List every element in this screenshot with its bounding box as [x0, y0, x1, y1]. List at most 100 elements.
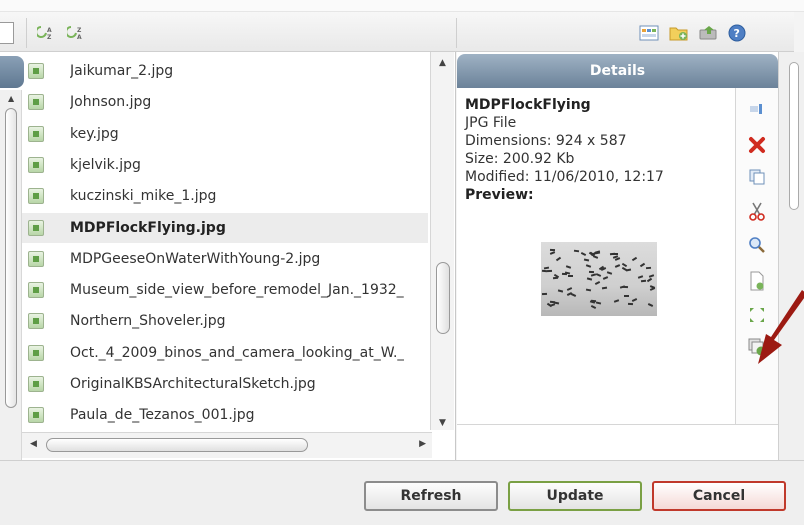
sort-za-icon[interactable]: ZA — [66, 24, 86, 42]
preview-bird — [609, 252, 615, 256]
preview-bird — [594, 280, 601, 285]
preview-bird — [646, 277, 652, 283]
scroll-down-icon[interactable]: ▼ — [439, 418, 446, 428]
preview-bird — [549, 251, 556, 255]
sort-az-icon[interactable]: AZ — [36, 24, 56, 42]
preview-bird — [583, 258, 589, 262]
svg-text:?: ? — [734, 27, 740, 40]
scroll-right-icon[interactable]: ▶ — [419, 439, 426, 449]
file-list-item[interactable]: Oct._4_2009_binos_and_camera_looking_at_… — [22, 338, 428, 368]
insert-icon[interactable] — [744, 96, 770, 122]
help-icon[interactable]: ? — [726, 23, 748, 43]
file-name: Paula_de_Tezanos_001.jpg — [70, 407, 255, 424]
action-toolbar — [735, 88, 778, 458]
cut-icon[interactable] — [744, 198, 770, 224]
svg-text:Z: Z — [77, 27, 82, 34]
file-list-item[interactable]: MDPGeeseOnWaterWithYoung-2.jpg — [22, 244, 428, 274]
preview-bird — [607, 271, 613, 275]
new-folder-icon[interactable] — [668, 23, 690, 43]
image-file-icon — [28, 188, 44, 205]
upload-icon[interactable] — [698, 23, 720, 43]
image-file-icon — [28, 407, 44, 424]
update-button[interactable]: Update — [508, 481, 642, 511]
preview-bird — [645, 267, 652, 270]
preview-bird — [590, 273, 596, 278]
folder-tree-scrollbar[interactable]: ▲ — [0, 90, 22, 462]
file-list-item[interactable]: kuczinski_mike_1.jpg — [22, 181, 428, 211]
dialog-button-bar: Refresh Update Cancel — [0, 460, 804, 525]
preview-bird — [594, 251, 600, 255]
preview-bird — [632, 297, 638, 302]
zoom-icon[interactable] — [744, 232, 770, 258]
copy-icon[interactable] — [744, 164, 770, 190]
grid-view-icon[interactable] — [638, 23, 660, 43]
preview-bird — [566, 287, 573, 292]
file-manager-window: AZ ZA ? ▲ Jaikumar_2.jpg Johnson.jpg key.j… — [0, 0, 804, 525]
toolbar: AZ ZA ? — [0, 12, 794, 52]
annotation-arrow-icon — [758, 290, 804, 364]
file-name: Jaikumar_2.jpg — [70, 63, 174, 79]
file-list-item[interactable]: Northern_Shoveler.jpg — [22, 306, 428, 336]
scroll-thumb[interactable] — [5, 108, 17, 408]
file-list-item[interactable]: Museum_side_view_before_remodel_Jan._193… — [22, 275, 428, 305]
cancel-button[interactable]: Cancel — [652, 481, 786, 511]
file-name: MDPGeeseOnWaterWithYoung-2.jpg — [70, 250, 321, 267]
scroll-thumb[interactable] — [46, 438, 308, 452]
toolbar-separator — [456, 18, 457, 48]
details-preview-label: Preview: — [465, 187, 534, 203]
image-file-icon — [28, 63, 44, 79]
search-input[interactable] — [0, 22, 14, 44]
preview-bird — [567, 274, 573, 277]
file-name: Johnson.jpg — [70, 94, 152, 111]
details-header: Details — [457, 54, 778, 88]
delete-icon[interactable] — [744, 132, 770, 158]
preview-bird — [647, 302, 653, 307]
details-footer — [457, 424, 778, 460]
scroll-left-icon[interactable]: ◀ — [30, 439, 37, 449]
details-file-type: JPG File — [465, 115, 517, 131]
file-name: kjelvik.jpg — [70, 156, 141, 173]
file-list-item[interactable]: MDPFlockFlying.jpg — [22, 212, 428, 243]
file-list-item[interactable]: Johnson.jpg — [22, 87, 428, 117]
preview-bird — [557, 289, 564, 293]
preview-bird — [595, 301, 602, 305]
details-dimensions: Dimensions: 924 x 587 — [465, 133, 627, 149]
file-list-vertical-scrollbar[interactable]: ▲ ▼ — [430, 52, 454, 430]
preview-bird — [552, 276, 559, 279]
folder-tree-tab[interactable] — [0, 56, 24, 88]
preview-bird — [555, 256, 562, 262]
preview-bird — [619, 285, 626, 290]
scroll-up-icon[interactable]: ▲ — [439, 58, 446, 68]
preview-bird — [580, 251, 586, 256]
preview-bird — [614, 263, 621, 268]
details-file-name: MDPFlockFlying — [465, 97, 591, 113]
preview-bird — [546, 270, 552, 273]
preview-bird — [640, 279, 646, 282]
file-name: OriginalKBSArchitecturalSketch.jpg — [70, 376, 316, 392]
file-list-item[interactable]: kjelvik.jpg — [22, 150, 428, 180]
file-list-item[interactable]: key.jpg — [22, 119, 428, 149]
preview-bird — [627, 302, 633, 306]
preview-bird — [589, 300, 596, 304]
scroll-thumb[interactable] — [436, 262, 450, 334]
file-name: key.jpg — [70, 125, 119, 142]
outer-scrollbar[interactable] — [778, 52, 804, 460]
file-name: Oct._4_2009_binos_and_camera_looking_at_… — [70, 344, 405, 361]
details-panel: Details MDPFlockFlying JPG File Dimensio… — [457, 52, 778, 460]
preview-bird — [566, 264, 572, 269]
details-size: Size: 200.92 Kb — [465, 151, 575, 167]
preview-bird — [574, 249, 580, 253]
refresh-button[interactable]: Refresh — [364, 481, 498, 511]
scroll-up-icon[interactable]: ▲ — [8, 94, 14, 103]
file-list-item[interactable]: Jaikumar_2.jpg — [22, 56, 428, 86]
file-name: kuczinski_mike_1.jpg — [70, 188, 217, 205]
file-list-horizontal-scrollbar[interactable]: ◀ ▶ — [22, 432, 432, 458]
file-list-item[interactable]: OriginalKBSArchitecturalSketch.jpg — [22, 369, 428, 399]
preview-bird — [639, 262, 645, 268]
preview-bird — [589, 270, 595, 273]
file-list-item[interactable]: Paula_de_Tezanos_001.jpg — [22, 400, 428, 430]
top-strip — [0, 0, 804, 12]
image-preview — [541, 242, 657, 316]
scroll-thumb[interactable] — [789, 62, 799, 210]
file-list-panel: ▲ Jaikumar_2.jpg Johnson.jpg key.jpg kjelvi… — [0, 52, 456, 462]
